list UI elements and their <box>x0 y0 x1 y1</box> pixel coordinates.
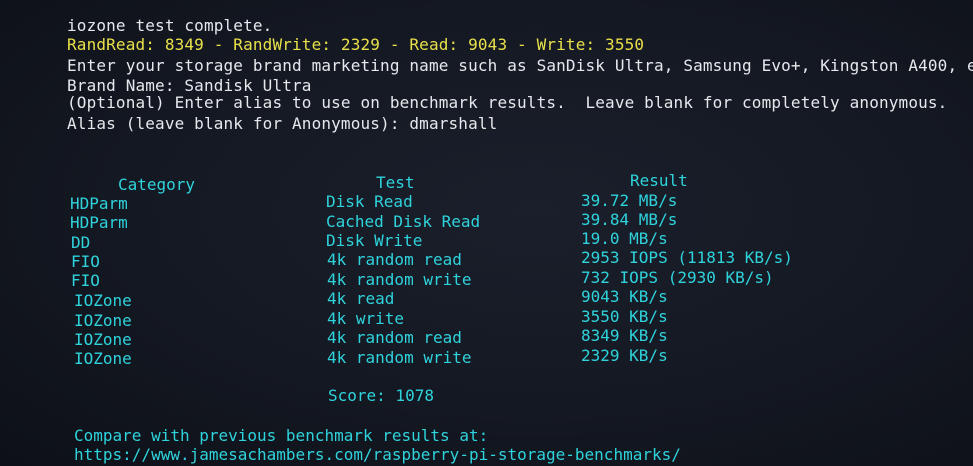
terminal-screen[interactable]: iozone test complete. RandRead: 8349 - R… <box>0 0 973 466</box>
results-row-4-result: 2953 IOPS (11813 KB/s) <box>581 248 793 267</box>
terminal-line-iozone-complete: iozone test complete. <box>67 16 273 35</box>
results-row-5-test: 4k random write <box>327 270 472 289</box>
results-row-1-result: 39.72 MB/s <box>581 191 678 210</box>
results-row-8-category: IOZone <box>74 330 132 349</box>
results-row-6-test: 4k read <box>327 289 395 308</box>
results-row-7-test: 4k write <box>327 309 405 328</box>
results-header-test: Test <box>376 173 415 192</box>
results-row-4-test: 4k random read <box>327 250 462 269</box>
terminal-line-iozone-summary: RandRead: 8349 - RandWrite: 2329 - Read:… <box>67 35 645 54</box>
results-row-7-result: 3550 KB/s <box>581 307 668 326</box>
results-row-4-category: FIO <box>71 252 100 271</box>
results-row-3-result: 19.0 MB/s <box>581 229 668 248</box>
benchmark-score: Score: 1078 <box>328 386 434 405</box>
terminal-line-alias: Alias (leave blank for Anonymous): dmars… <box>67 114 498 133</box>
compare-line: Compare with previous benchmark results … <box>74 426 489 445</box>
results-row-9-category: IOZone <box>74 349 132 368</box>
terminal-line-brand-prompt: Enter your storage brand marketing name … <box>67 56 973 75</box>
results-row-8-test: 4k random read <box>327 328 462 347</box>
results-row-1-category: HDParm <box>70 194 128 213</box>
results-row-3-test: Disk Write <box>326 231 423 250</box>
results-row-8-result: 8349 KB/s <box>581 326 668 345</box>
results-row-7-category: IOZone <box>74 311 132 330</box>
results-row-2-category: HDParm <box>70 213 128 232</box>
terminal-line-alias-prompt: (Optional) Enter alias to use on benchma… <box>67 93 948 112</box>
results-row-5-result: 732 IOPS (2930 KB/s) <box>581 268 774 287</box>
compare-url[interactable]: https://www.jamesachambers.com/raspberry… <box>74 445 681 464</box>
results-row-6-category: IOZone <box>74 291 132 310</box>
results-row-2-test: Cached Disk Read <box>326 212 481 231</box>
results-header-result: Result <box>630 171 688 190</box>
results-row-5-category: FIO <box>71 271 100 290</box>
results-header-category: Category <box>118 175 196 194</box>
results-row-9-test: 4k random write <box>327 348 472 367</box>
results-row-2-result: 39.84 MB/s <box>581 210 678 229</box>
results-row-3-category: DD <box>71 233 91 252</box>
results-row-6-result: 9043 KB/s <box>581 287 668 306</box>
results-row-1-test: Disk Read <box>326 192 413 211</box>
results-row-9-result: 2329 KB/s <box>581 346 668 365</box>
